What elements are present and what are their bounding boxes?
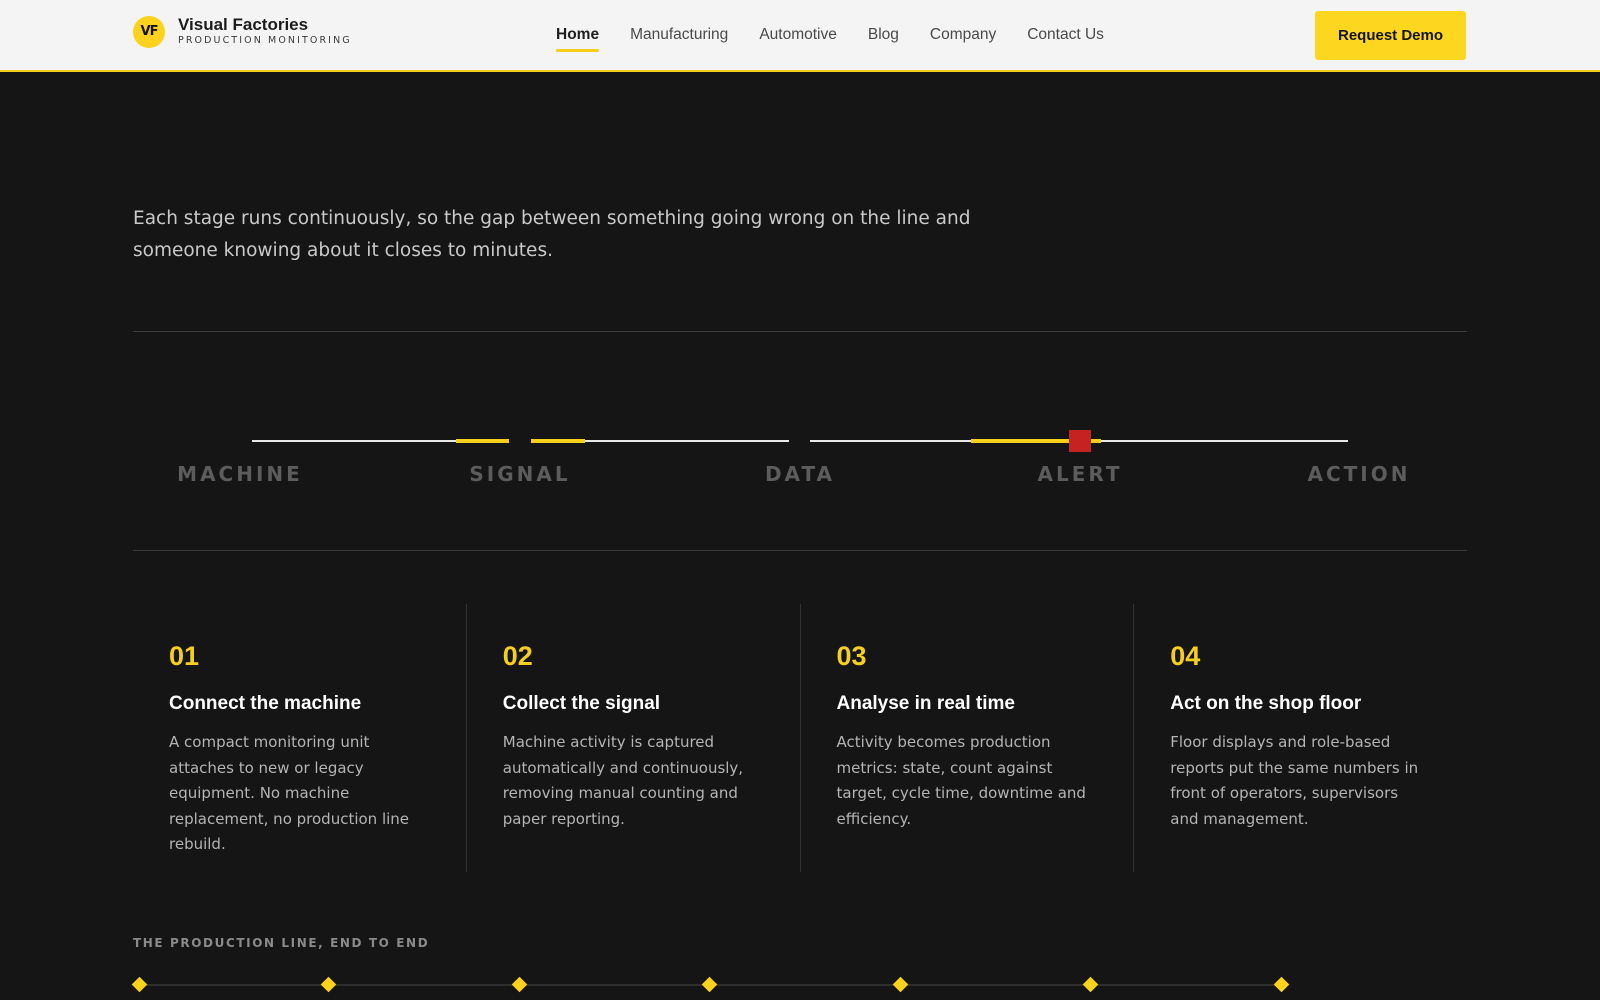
brand-name: Visual Factories — [178, 15, 309, 34]
stage-label-data: DATA — [764, 462, 836, 486]
production-line-node-icon — [511, 976, 528, 993]
step-description: Machine activity is captured automatical… — [502, 733, 744, 828]
step-title: Act on the shop floor — [1170, 693, 1362, 714]
request-demo-button[interactable]: Request Demo — [1315, 11, 1466, 60]
step-card: 03 Analyse in real time Activity becomes… — [799, 604, 1134, 872]
divider-bottom — [133, 550, 1467, 551]
alert-marker — [1069, 430, 1091, 452]
step-title: Collect the signal — [502, 693, 661, 714]
nav-item-manufacturing[interactable]: Manufacturing — [630, 20, 728, 50]
pipeline-graphic — [252, 430, 1348, 452]
nav-item-automotive[interactable]: Automotive — [759, 20, 837, 50]
production-line-node-icon — [892, 976, 909, 993]
brand-text: Visual Factories PRODUCTION MONITORING — [178, 15, 352, 48]
pipeline-diagram: MACHINE SIGNAL DATA ALERT ACTION — [133, 332, 1467, 550]
steps-grid: 01 Connect the machine A compact monitor… — [133, 604, 1467, 872]
step-title: Analyse in real time — [836, 693, 1015, 714]
nav-item-blog[interactable]: Blog — [868, 20, 899, 50]
production-line-heading: THE PRODUCTION LINE, END TO END — [133, 936, 430, 950]
step-description: Floor displays and role-based reports pu… — [1170, 733, 1419, 828]
stage-label-machine: MACHINE — [177, 462, 303, 486]
production-line-node-icon — [131, 976, 148, 993]
nav-item-company[interactable]: Company — [930, 20, 996, 50]
stage-label-action: ACTION — [1307, 462, 1411, 486]
production-line-timeline — [131, 975, 1293, 995]
step-number: 01 — [169, 641, 200, 671]
production-line-node-icon — [1082, 976, 1099, 993]
step-description: Activity becomes production metrics: sta… — [836, 733, 1086, 828]
nav-item-home[interactable]: Home — [556, 20, 600, 52]
brand-tagline: PRODUCTION MONITORING — [178, 35, 352, 46]
step-title: Connect the machine — [169, 693, 362, 714]
step-number: 02 — [502, 641, 533, 671]
stage-label-signal: SIGNAL — [469, 462, 571, 486]
stage-label-alert: ALERT — [1037, 462, 1123, 486]
step-card: 02 Collect the signal Machine activity i… — [465, 604, 800, 872]
step-card: 01 Connect the machine A compact monitor… — [133, 604, 466, 872]
production-line-node-icon — [1273, 976, 1290, 993]
step-description: A compact monitoring unit attaches to ne… — [169, 733, 410, 853]
site-header: VF Visual Factories PRODUCTION MONITORIN… — [0, 0, 1600, 72]
intro-text: Each stage runs continuously, so the gap… — [133, 208, 971, 261]
main-nav: Home Manufacturing Automotive Blog Compa… — [556, 0, 1135, 70]
production-line-node-icon — [320, 976, 337, 993]
step-number: 03 — [836, 641, 867, 671]
production-line-node-icon — [701, 976, 718, 993]
nav-item-contact-us[interactable]: Contact Us — [1027, 20, 1104, 50]
step-number: 04 — [1170, 641, 1201, 671]
logo-icon: VF — [133, 15, 165, 48]
step-card: 04 Act on the shop floor Floor displays … — [1133, 604, 1467, 872]
brand-logo-link[interactable]: VF Visual Factories PRODUCTION MONITORIN… — [133, 15, 352, 48]
